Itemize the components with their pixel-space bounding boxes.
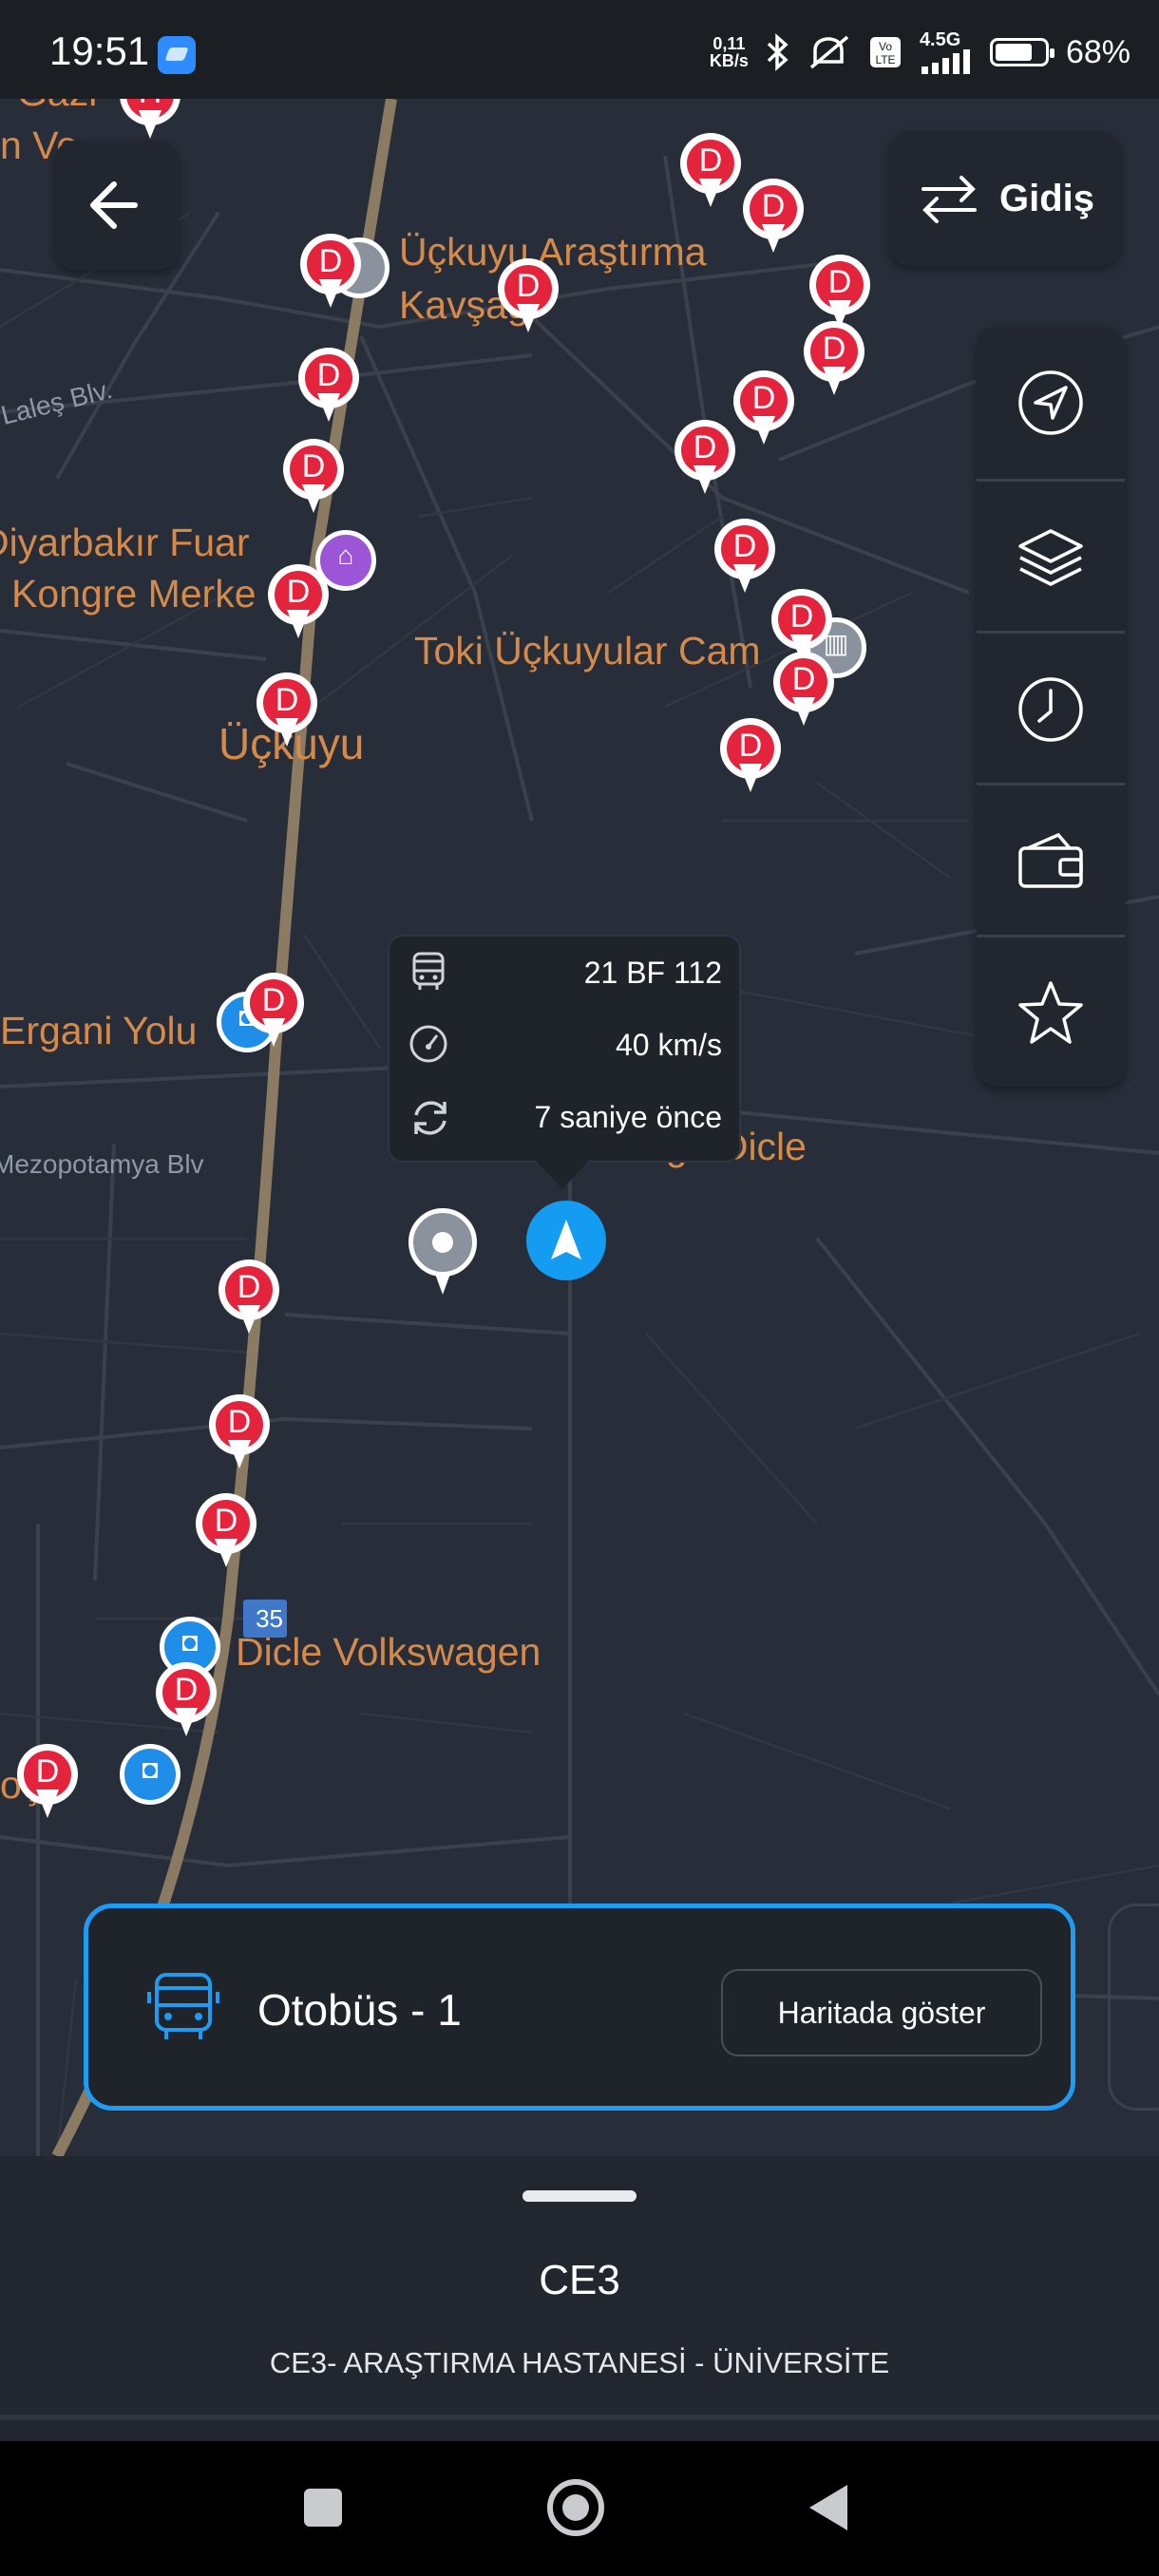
swap-arrows-icon bbox=[922, 176, 977, 223]
direction-toggle-button[interactable]: Gidiş bbox=[889, 131, 1121, 266]
map-label-kongre: Kongre Merke bbox=[11, 572, 256, 616]
net-speed: 0,11 KB/s bbox=[710, 35, 749, 69]
status-bar: 19:51 0,11 KB/s Vo LTE 4.5G 68% bbox=[0, 0, 1159, 99]
schedule-button[interactable] bbox=[977, 631, 1125, 786]
bus-stop-pin[interactable]: D bbox=[300, 234, 361, 313]
poi-shop-marker[interactable]: ◘ bbox=[120, 1744, 180, 1805]
navigate-icon bbox=[1018, 370, 1083, 435]
bluetooth-icon bbox=[767, 33, 788, 71]
route-bottom-sheet[interactable]: CE3 CE3- ARAŞTIRMA HASTANESİ - ÜNİVERSİT… bbox=[0, 2156, 1159, 2441]
bus-plate: 21 BF 112 bbox=[583, 956, 722, 990]
bus-stop-pin[interactable]: D bbox=[298, 348, 359, 427]
navigation-arrow-icon bbox=[551, 1220, 581, 1260]
wallet-button[interactable] bbox=[977, 783, 1125, 938]
sheet-drag-handle[interactable] bbox=[522, 2190, 636, 2202]
speedometer-icon bbox=[409, 1025, 447, 1063]
shopping-bag-icon: ◘ bbox=[142, 1754, 159, 1784]
route-name: CE3- ARAŞTIRMA HASTANESİ - ÜNİVERSİTE bbox=[269, 2346, 890, 2379]
favorites-button[interactable] bbox=[977, 935, 1125, 1089]
bus-stop-pin[interactable]: D bbox=[804, 321, 864, 401]
hospital-pin[interactable]: H bbox=[120, 99, 180, 144]
svg-text:Vo: Vo bbox=[879, 40, 892, 53]
star-icon bbox=[1018, 981, 1083, 1044]
bus-stop-pin[interactable]: D bbox=[743, 179, 804, 258]
bus-location-marker[interactable] bbox=[526, 1201, 606, 1280]
bus-stop-pin[interactable]: D bbox=[256, 672, 317, 752]
app-notification-icon bbox=[158, 36, 196, 74]
bus-stop-pin[interactable]: D bbox=[733, 370, 794, 450]
sheet-divider bbox=[0, 2415, 1159, 2420]
bus-stop-pin[interactable]: D bbox=[17, 1744, 78, 1824]
net-speed-value: 0,11 bbox=[712, 34, 746, 53]
bus-stop-pin[interactable]: D bbox=[674, 420, 735, 500]
selected-stop-pin[interactable] bbox=[408, 1208, 477, 1295]
bus-stop-pin[interactable]: D bbox=[218, 1260, 279, 1339]
battery-level: 68% bbox=[1065, 33, 1130, 70]
status-time: 19:51 bbox=[49, 28, 150, 73]
map-label-fuar: Diyarbakır Fuar bbox=[0, 521, 250, 564]
show-on-map-button[interactable]: Haritada göster bbox=[721, 1969, 1042, 2056]
road-shield: 35 bbox=[243, 1600, 287, 1638]
system-back-button[interactable] bbox=[809, 2485, 847, 2530]
clock-icon bbox=[1018, 677, 1083, 742]
layers-button[interactable] bbox=[977, 479, 1125, 634]
signal-icon bbox=[921, 49, 970, 74]
vehicle-card[interactable]: Otobüs - 1 Haritada göster bbox=[84, 1904, 1075, 2111]
network-type: 4.5G bbox=[919, 29, 961, 50]
mute-icon bbox=[809, 35, 849, 69]
refresh-icon bbox=[414, 1101, 446, 1135]
back-button[interactable] bbox=[55, 141, 179, 270]
bus-stop-pin[interactable]: D bbox=[680, 133, 741, 213]
bus-stop-pin[interactable]: D bbox=[209, 1394, 270, 1474]
bus-icon bbox=[412, 952, 445, 990]
map-label-ergani: Ergani Yolu bbox=[0, 1009, 198, 1052]
next-vehicle-card[interactable] bbox=[1108, 1904, 1159, 2111]
signal-group: 4.5G bbox=[920, 30, 973, 74]
bus-stop-pin[interactable]: D bbox=[243, 973, 304, 1052]
map-toolbar bbox=[977, 327, 1125, 1087]
shopping-bag-icon: ◘ bbox=[181, 1627, 199, 1657]
bus-updated-row: 7 saniye önce bbox=[390, 1081, 739, 1147]
bus-stop-pin[interactable]: D bbox=[268, 564, 329, 644]
route-code: CE3 bbox=[539, 2257, 620, 2303]
street-label-mezopotamya: Mezopotamya Blv bbox=[0, 1149, 204, 1179]
locate-button[interactable] bbox=[977, 327, 1125, 479]
bus-stop-pin[interactable]: D bbox=[773, 652, 834, 731]
bus-icon bbox=[147, 1973, 219, 2039]
bus-last-update: 7 saniye önce bbox=[534, 1100, 722, 1134]
bus-plate-row: 21 BF 112 bbox=[390, 937, 739, 1003]
bus-stop-pin[interactable]: D bbox=[196, 1493, 256, 1573]
bus-stop-pin[interactable]: D bbox=[720, 718, 781, 798]
recent-apps-button[interactable] bbox=[304, 2489, 342, 2527]
bus-stop-pin[interactable]: D bbox=[156, 1662, 217, 1742]
layers-icon bbox=[1018, 529, 1083, 586]
bus-speed: 40 km/s bbox=[615, 1028, 722, 1062]
bus-speed-row: 40 km/s bbox=[390, 1009, 739, 1075]
map-label-gazi: Gazi bbox=[17, 99, 97, 115]
map-label-toki: Toki Üçkuyular Cam bbox=[414, 629, 761, 672]
volte-icon: VoLTE bbox=[869, 37, 901, 67]
direction-label: Gidiş bbox=[999, 177, 1095, 219]
home-button[interactable] bbox=[547, 2479, 604, 2536]
bus-info-popup: 21 BF 112 40 km/s 7 saniye önce bbox=[388, 935, 741, 1189]
net-speed-unit: KB/s bbox=[709, 51, 749, 70]
battery-icon bbox=[989, 38, 1054, 66]
svg-text:LTE: LTE bbox=[875, 53, 895, 66]
vehicle-title: Otobüs - 1 bbox=[257, 1985, 462, 2035]
bus-stop-pin[interactable]: D bbox=[283, 439, 344, 519]
arrow-left-icon bbox=[90, 181, 138, 229]
wallet-icon bbox=[1018, 832, 1083, 888]
status-icons: 0,11 KB/s Vo LTE 4.5G 68% bbox=[710, 28, 1130, 76]
system-navigation-bar bbox=[0, 2441, 1159, 2576]
bus-stop-pin[interactable]: D bbox=[714, 519, 775, 598]
bus-stop-pin[interactable]: D bbox=[498, 258, 559, 338]
